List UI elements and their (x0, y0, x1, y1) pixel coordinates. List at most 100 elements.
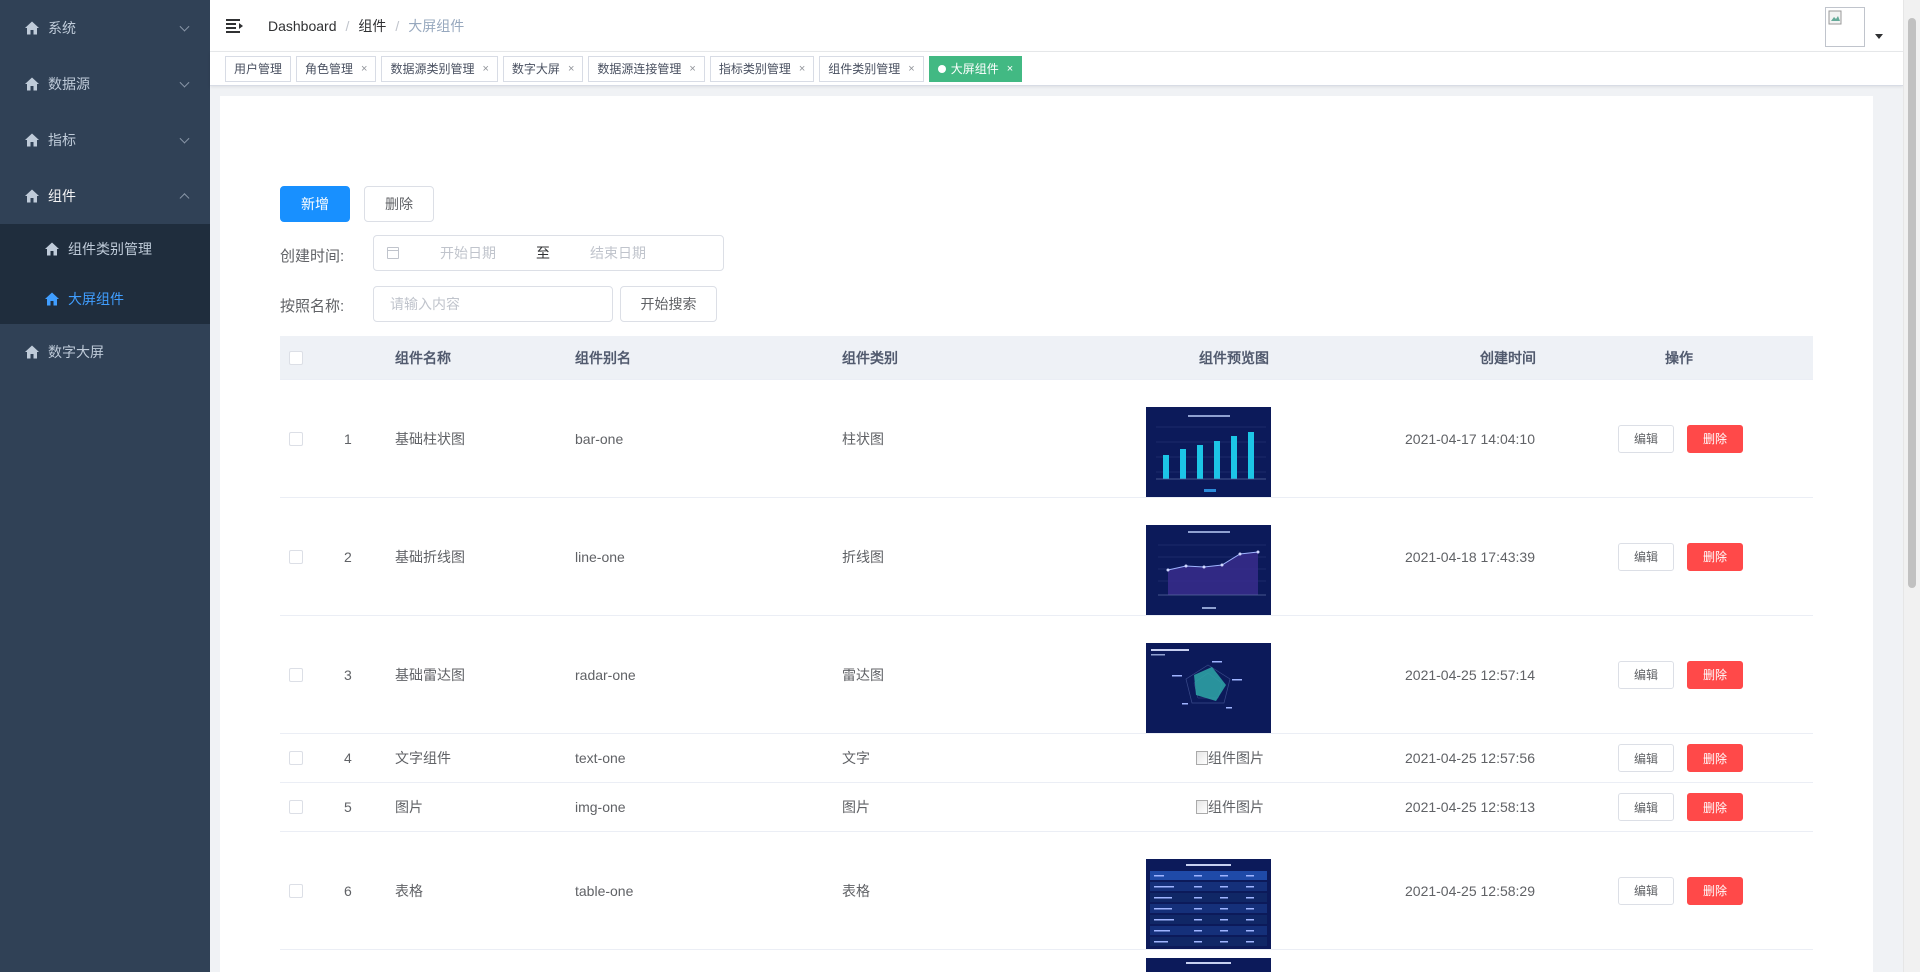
select-all-checkbox[interactable] (289, 350, 303, 365)
tag-digital-screen[interactable]: 数字大屏 × (502, 55, 584, 82)
row-alias: text-one (575, 750, 626, 766)
breadcrumb-item[interactable]: Dashboard (268, 18, 337, 34)
row-alias: line-one (575, 548, 625, 565)
row-time: 2021-04-25 12:57:56 (1405, 750, 1535, 766)
edit-button[interactable]: 编辑 (1618, 793, 1674, 821)
header-name: 组件名称 (395, 349, 451, 366)
delete-row-button[interactable]: 删除 (1687, 424, 1743, 453)
row-actions: 编辑 删除 (1618, 424, 1743, 453)
submenu-screen-component[interactable]: 大屏组件 (0, 274, 210, 324)
row-checkbox[interactable] (289, 667, 303, 682)
row-index: 1 (344, 430, 352, 447)
home-icon (25, 189, 39, 203)
add-button[interactable]: 新增 (280, 186, 350, 222)
delete-row-button[interactable]: 删除 (1687, 744, 1743, 772)
menu-indicator[interactable]: 指标 (0, 112, 210, 168)
row-actions: 编辑 删除 (1618, 793, 1743, 821)
start-date-input[interactable]: 开始日期 (440, 243, 496, 263)
chevron-down-icon (179, 21, 190, 32)
tag-screen-component[interactable]: 大屏组件 × (928, 55, 1023, 82)
delete-row-button[interactable]: 删除 (1687, 542, 1743, 571)
table-row: 4 文字组件 text-one 文字 组件图片 2021-04-25 12:57… (280, 734, 1813, 783)
row-name: 文字组件 (395, 750, 451, 766)
home-icon (45, 292, 59, 306)
row-actions: 编辑 删除 (1618, 660, 1743, 689)
image-alt-text: 组件图片 (1208, 799, 1264, 815)
table-row (280, 950, 1813, 972)
page-scrollbar[interactable] (1903, 0, 1920, 972)
row-index: 6 (344, 882, 352, 899)
home-icon (25, 21, 39, 35)
tag-label: 角色管理 (305, 61, 354, 76)
edit-button[interactable]: 编辑 (1618, 660, 1674, 689)
row-alias: radar-one (575, 666, 636, 683)
close-icon[interactable]: × (568, 57, 574, 81)
edit-button[interactable]: 编辑 (1618, 744, 1674, 772)
edit-button[interactable]: 编辑 (1618, 876, 1674, 905)
navbar: Dashboard / 组件 / 大屏组件 (210, 0, 1903, 52)
delete-row-button[interactable]: 删除 (1687, 660, 1743, 689)
submenu-label: 大屏组件 (68, 291, 124, 307)
tag-user-management[interactable]: 用户管理 (225, 55, 292, 82)
delete-row-button[interactable]: 删除 (1687, 793, 1743, 821)
row-type: 文字 (842, 750, 870, 766)
row-name: 基础柱状图 (395, 430, 465, 447)
row-name: 基础雷达图 (395, 666, 465, 683)
date-range-picker[interactable]: 开始日期 至 结束日期 (373, 235, 724, 271)
close-icon[interactable]: × (482, 57, 488, 81)
tag-component-category[interactable]: 组件类别管理 × (819, 55, 924, 82)
line-chart-preview-image (1146, 525, 1271, 615)
row-checkbox[interactable] (289, 751, 303, 765)
edit-button[interactable]: 编辑 (1618, 542, 1674, 571)
menu-component[interactable]: 组件 (0, 168, 210, 224)
close-icon[interactable]: × (799, 57, 805, 81)
close-icon[interactable]: × (1007, 57, 1013, 81)
scrollbar-thumb[interactable] (1908, 18, 1916, 588)
home-icon (45, 242, 59, 256)
row-type: 折线图 (842, 548, 884, 565)
row-name: 图片 (395, 799, 423, 815)
tag-datasource-connection[interactable]: 数据源连接管理 × (588, 55, 705, 82)
row-checkbox[interactable] (289, 549, 303, 564)
close-icon[interactable]: × (908, 57, 914, 81)
active-dot-icon (937, 64, 946, 73)
row-checkbox[interactable] (289, 883, 303, 898)
menu-digital-screen[interactable]: 数字大屏 (0, 324, 210, 380)
preview-image (1146, 958, 1271, 972)
close-icon[interactable]: × (689, 57, 695, 81)
menu-datasource[interactable]: 数据源 (0, 56, 210, 112)
tag-indicator-category[interactable]: 指标类别管理 × (709, 55, 815, 82)
delete-row-button[interactable]: 删除 (1687, 876, 1743, 905)
broken-image-icon (1196, 751, 1208, 765)
broken-image-icon (1196, 800, 1208, 814)
row-actions: 编辑 删除 (1618, 876, 1743, 905)
row-time: 2021-04-18 17:43:39 (1405, 548, 1535, 565)
header-time: 创建时间 (1480, 349, 1536, 366)
caret-down-icon[interactable] (1875, 34, 1883, 39)
row-checkbox[interactable] (289, 800, 303, 814)
edit-button[interactable]: 编辑 (1618, 424, 1674, 453)
row-type: 图片 (842, 799, 870, 815)
submenu-component-category[interactable]: 组件类别管理 (0, 224, 210, 274)
header-preview: 组件预览图 (1199, 349, 1269, 366)
menu-label: 数据源 (48, 76, 90, 92)
row-checkbox[interactable] (289, 431, 303, 446)
table-row: 2 基础折线图 line-one 折线图 2021-04-18 17:43:39… (280, 498, 1813, 616)
end-date-input[interactable]: 结束日期 (590, 243, 646, 263)
row-time: 2021-04-25 12:57:14 (1405, 666, 1535, 683)
tag-role-management[interactable]: 角色管理 × (296, 55, 377, 82)
name-search-input[interactable] (373, 286, 613, 322)
main-content: 新增 删除 创建时间: 开始日期 至 结束日期 按照名称: 开始搜索 组件名称 … (220, 96, 1873, 972)
delete-button[interactable]: 删除 (364, 186, 434, 222)
table-row: 6 表格 table-one 表格 2021-04-25 12:58:29 编辑… (280, 832, 1813, 950)
tag-datasource-category[interactable]: 数据源类别管理 × (381, 55, 498, 82)
range-separator: 至 (536, 245, 550, 261)
row-type: 雷达图 (842, 666, 884, 683)
close-icon[interactable]: × (361, 57, 367, 81)
menu-system[interactable]: 系统 (0, 0, 210, 56)
hamburger-icon[interactable] (226, 18, 244, 34)
broken-image: 组件图片 (1196, 797, 1264, 817)
search-button[interactable]: 开始搜索 (620, 286, 717, 322)
avatar[interactable] (1825, 7, 1865, 47)
submenu-label: 组件类别管理 (68, 241, 152, 257)
